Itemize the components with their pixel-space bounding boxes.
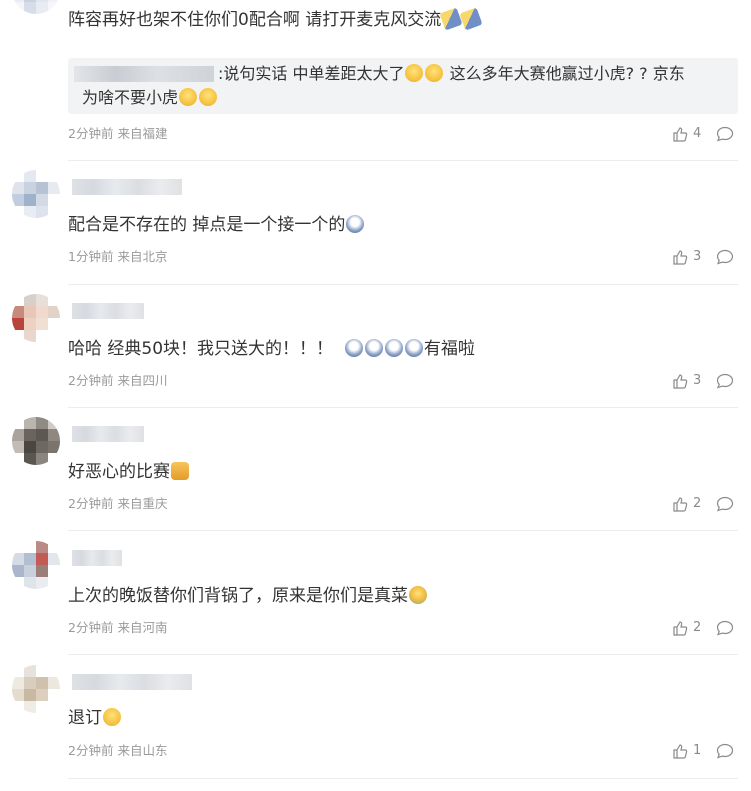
reply-bubble-icon[interactable] [716,373,734,389]
crying-face-emoji-icon [404,339,423,357]
comment-text: 配合是不存在的 掉点是一个接一个的 [68,212,365,238]
thumbs-up-icon [673,250,688,265]
crying-emoji-icon [409,586,427,604]
like-button[interactable]: 1 [672,743,701,759]
username[interactable] [72,550,122,566]
avatar[interactable] [12,170,60,218]
laughing-emoji-icon [405,64,424,82]
like-count: 3 [693,373,702,388]
like-count: 4 [693,126,702,141]
comment-meta: 2分钟前 来自四川 [68,373,168,388]
reply-bubble-icon[interactable] [716,620,734,636]
like-button[interactable]: 3 [672,373,701,389]
crying-face-emoji-icon [364,339,383,357]
thumbs-up-icon [673,374,688,389]
reply-bubble-icon[interactable] [716,496,734,512]
like-count: 2 [693,620,702,635]
like-count: 3 [693,249,702,264]
microphone-emoji-icon [439,7,463,31]
comment-text: 阵容再好也架不住你们0配合啊 请打开麦克风交流 [68,7,483,33]
comment-list: 阵容再好也架不住你们0配合啊 请打开麦克风交流 :说句实话 中单差距太大了 这么… [0,0,751,791]
like-button[interactable]: 2 [672,620,701,636]
comment-meta: 2分钟前 来自重庆 [68,496,168,511]
crying-face-emoji-icon [344,339,363,357]
like-button[interactable]: 4 [672,126,701,142]
username[interactable] [72,674,192,690]
praying-hands-emoji-icon [171,462,189,480]
comment-text: 哈哈 经典50块！我只送大的！！！ 有福啦 [68,339,475,359]
reply-bubble-icon[interactable] [716,126,734,142]
avatar[interactable] [12,0,60,14]
username[interactable] [72,179,182,195]
like-button[interactable]: 2 [672,496,701,512]
divider [68,284,738,285]
laughing-emoji-icon [199,88,218,106]
username[interactable] [72,426,144,442]
laughing-emoji-icon [179,88,198,106]
divider [68,778,738,779]
quoted-reply-text: :说句实话 中单差距太大了 这么多年大赛他赢过小虎? ? 京东 [218,64,685,83]
quoted-reply-text-2: 为啥不要小虎 [82,86,218,110]
avatar[interactable] [12,665,60,713]
comment-text: 上次的晚饭替你们背锅了，原来是你们是真菜 [68,583,428,609]
blurred-username [74,66,214,82]
avatar[interactable] [12,417,60,465]
thumbs-up-icon [673,621,688,636]
like-count: 2 [693,496,702,511]
thumbs-up-icon [673,744,688,759]
comment-meta: 1分钟前 来自北京 [68,249,168,264]
divider [68,654,738,655]
username[interactable] [72,303,144,319]
divider [68,530,738,531]
laughing-emoji-icon [425,64,444,82]
thumbs-up-icon [673,127,688,142]
reply-bubble-icon[interactable] [716,249,734,265]
smile-emoji-icon [103,708,121,726]
comment-meta: 2分钟前 来自山东 [68,743,168,758]
crying-face-emoji-icon [384,339,403,357]
like-button[interactable]: 3 [672,249,701,265]
divider [68,407,738,408]
reply-bubble-icon[interactable] [716,743,734,759]
quoted-reply[interactable]: :说句实话 中单差距太大了 这么多年大赛他赢过小虎? ? 京东 为啥不要小虎 [68,58,738,114]
avatar[interactable] [12,294,60,342]
comment-text: 好恶心的比赛 [68,459,190,485]
face-emoji-icon [346,215,365,233]
comment-meta: 2分钟前 来自福建 [68,126,168,141]
thumbs-up-icon [673,497,688,512]
avatar[interactable] [12,541,60,589]
like-count: 1 [693,743,702,758]
comment-text: 退订 [68,705,122,731]
microphone-emoji-icon [459,7,483,31]
comment-meta: 2分钟前 来自河南 [68,620,168,635]
divider [68,160,738,161]
